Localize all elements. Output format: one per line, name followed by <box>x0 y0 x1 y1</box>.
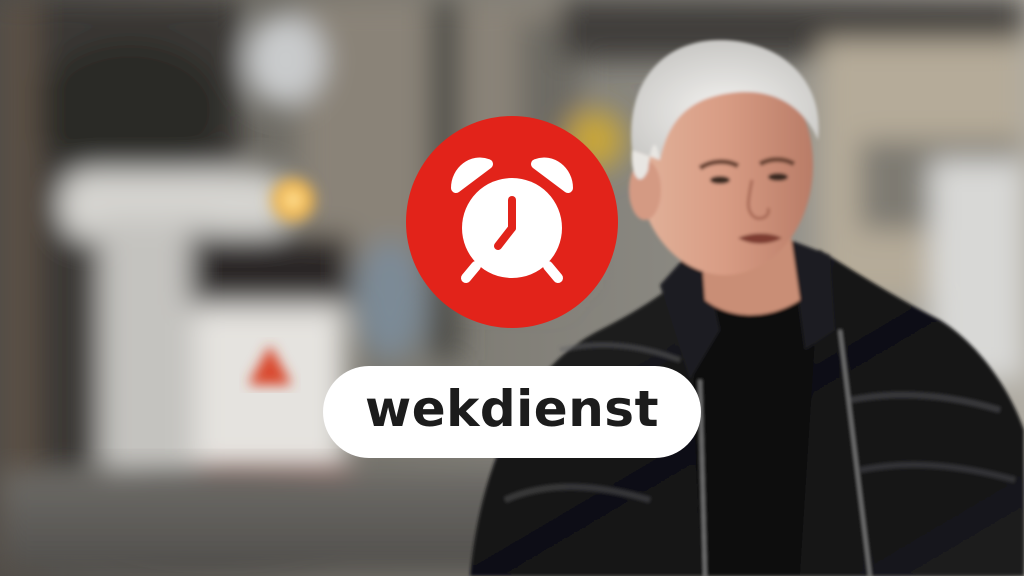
news-thumbnail: wekdienst <box>0 0 1024 576</box>
program-title-pill: wekdienst <box>323 366 701 458</box>
alarm-clock-icon <box>406 116 618 328</box>
program-title: wekdienst <box>365 380 659 438</box>
